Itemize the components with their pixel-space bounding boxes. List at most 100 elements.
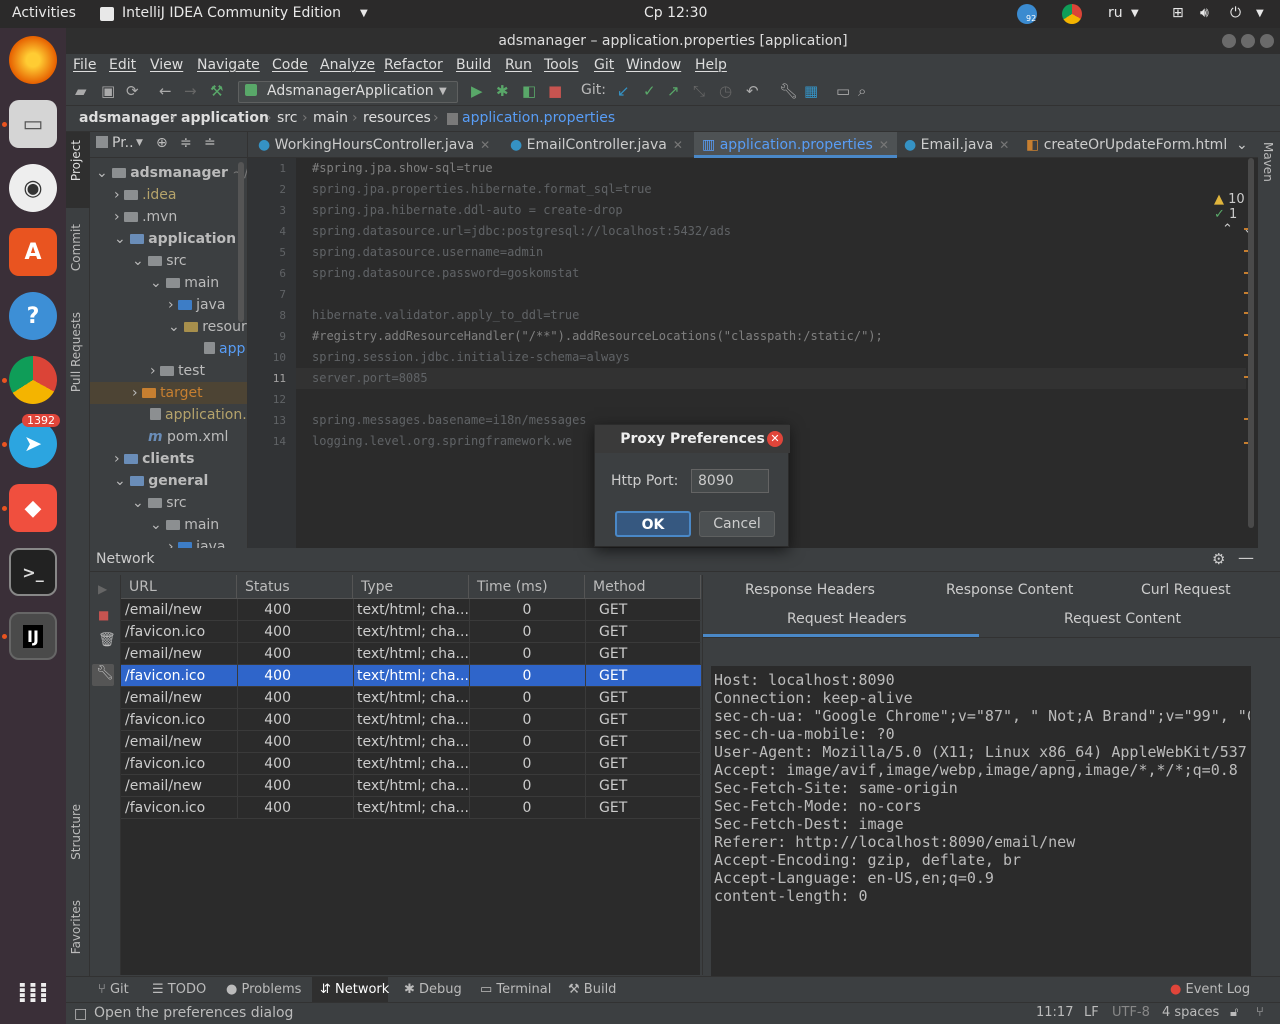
tool-network[interactable]: ⇵ Network xyxy=(320,982,389,997)
breadcrumb-item[interactable]: application.properties xyxy=(462,110,615,126)
chrome-tray-icon[interactable] xyxy=(1062,4,1082,24)
menu-git[interactable]: Git xyxy=(594,57,614,73)
hide-icon[interactable]: — xyxy=(1238,548,1254,567)
column-type[interactable]: Type xyxy=(353,575,469,599)
tab-email-java[interactable]: ● Email.java ✕ xyxy=(904,132,1009,158)
column-time[interactable]: Time (ms) xyxy=(469,575,585,599)
tool-debug[interactable]: ✱ Debug xyxy=(404,982,462,997)
show-apps-icon[interactable]: ⁞⁞⁞ xyxy=(9,968,57,1016)
tool-terminal[interactable]: ▭ Terminal xyxy=(480,982,551,997)
menu-file[interactable]: File xyxy=(73,57,96,73)
tree-item-test[interactable]: › test xyxy=(150,360,205,382)
software-center-icon[interactable]: A xyxy=(9,228,57,276)
tree-item-resources[interactable]: ⌄ resour xyxy=(168,316,247,338)
status-square-icon[interactable]: □ xyxy=(74,1006,87,1022)
build-hammer-icon[interactable]: ⚒ xyxy=(210,82,223,100)
menu-view[interactable]: View xyxy=(150,57,183,73)
terminal-icon[interactable]: >_ xyxy=(9,548,57,596)
tool-git[interactable]: ⑂ Git xyxy=(98,982,129,997)
tool-event-log[interactable]: ● Event Log xyxy=(1170,982,1250,997)
tree-item-java[interactable]: › java xyxy=(168,536,225,548)
scrollbar[interactable] xyxy=(238,162,244,322)
menu-tools[interactable]: Tools xyxy=(544,57,579,73)
table-row[interactable]: /favicon.ico 400 text/html; cha... 0 GET xyxy=(121,753,701,775)
tree-item-adsmanager[interactable]: ⌄ adsmanager ~/Ic xyxy=(96,162,247,184)
telegram-icon[interactable]: ➤ xyxy=(9,420,57,468)
run-icon[interactable]: ▶ xyxy=(471,82,483,100)
git-push-icon[interactable]: ↗ xyxy=(667,82,680,100)
tabs-dropdown-icon[interactable]: ⌄ xyxy=(1236,132,1248,158)
menu-run[interactable]: Run xyxy=(505,57,532,73)
tab-response-headers[interactable]: Response Headers xyxy=(745,582,875,598)
breadcrumb-item[interactable]: resources xyxy=(363,110,431,126)
table-row[interactable]: /favicon.ico 400 text/html; cha... 0 GET xyxy=(121,709,701,731)
breadcrumb-item[interactable]: main xyxy=(313,110,348,126)
tree-item-target[interactable]: › target xyxy=(90,382,247,404)
menu-analyze[interactable]: Analyze xyxy=(320,57,375,73)
history-icon[interactable]: ◷ xyxy=(719,82,732,100)
tree-item-application-iml[interactable]: application. xyxy=(150,404,247,426)
stop-icon[interactable]: ■ xyxy=(98,608,109,622)
tab-application-properties[interactable]: ▥ application.properties ✕ xyxy=(694,132,897,158)
open-folder-icon[interactable]: ▰ xyxy=(75,82,87,100)
structure-tool-label[interactable]: Structure xyxy=(69,804,83,860)
network-icon[interactable]: ⊞ xyxy=(1172,5,1184,21)
tree-item-mvn[interactable]: › .mvn xyxy=(114,206,177,228)
project-view-select[interactable]: Pr.. xyxy=(112,135,134,151)
volume-icon[interactable]: 🔊︎ xyxy=(1200,5,1209,21)
power-icon[interactable]: ⏻ xyxy=(1230,5,1241,21)
column-status[interactable]: Status xyxy=(237,575,353,599)
table-row[interactable]: /email/new 400 text/html; cha... 0 GET xyxy=(121,775,701,797)
minimize-button[interactable] xyxy=(1222,34,1236,48)
commit-tool-label[interactable]: Commit xyxy=(69,224,83,271)
search-icon[interactable]: ⌕ xyxy=(858,82,866,100)
maximize-button[interactable] xyxy=(1241,34,1255,48)
forward-icon[interactable]: → xyxy=(184,82,197,100)
menu-help[interactable]: Help xyxy=(695,57,727,73)
tree-item-idea[interactable]: › .idea xyxy=(114,184,176,206)
menu-navigate[interactable]: Navigate xyxy=(197,57,260,73)
ok-button[interactable]: OK xyxy=(615,511,691,537)
table-row[interactable]: /email/new 400 text/html; cha... 0 GET xyxy=(121,687,701,709)
project-structure-icon[interactable]: ▦ xyxy=(804,82,818,100)
gear-icon[interactable]: ⚙ xyxy=(1212,550,1225,568)
app-menu[interactable]: IntelliJ IDEA Community Edition xyxy=(122,5,341,21)
breadcrumb-item[interactable]: application xyxy=(181,110,269,126)
pull-requests-tool-label[interactable]: Pull Requests xyxy=(69,312,83,392)
tab-createorupdateform[interactable]: ◧ createOrUpdateForm.html xyxy=(1026,132,1227,158)
tool-build[interactable]: ⚒ Build xyxy=(568,982,616,997)
firefox-icon[interactable] xyxy=(9,36,57,84)
git-fetch-icon[interactable]: ⤡ xyxy=(693,82,705,100)
tree-item-clients[interactable]: › clients xyxy=(114,448,194,470)
git-update-icon[interactable]: ↙ xyxy=(617,82,630,100)
editor-scrollbar[interactable] xyxy=(1248,158,1254,528)
caret-position[interactable]: 11:17 xyxy=(1036,1005,1073,1020)
play-icon[interactable]: ▶ xyxy=(98,582,107,596)
git-commit-icon[interactable]: ✓ xyxy=(643,82,656,100)
intellij-icon[interactable]: IJ xyxy=(9,612,57,660)
menu-code[interactable]: Code xyxy=(272,57,308,73)
tab-workinghourscontroller[interactable]: ● WorkingHoursController.java ✕ xyxy=(258,132,490,158)
tool-todo[interactable]: ☰ TODO xyxy=(152,982,206,997)
tree-item-java[interactable]: › java xyxy=(168,294,225,316)
table-row[interactable]: /email/new 400 text/html; cha... 0 GET xyxy=(121,643,701,665)
column-url[interactable]: URL xyxy=(121,575,237,599)
menu-refactor[interactable]: Refactor xyxy=(384,57,443,73)
http-port-input[interactable]: 8090 xyxy=(691,469,769,493)
breadcrumb-item[interactable]: src xyxy=(277,110,297,126)
save-icon[interactable]: ▣ xyxy=(101,82,115,100)
menu-build[interactable]: Build xyxy=(456,57,491,73)
favorites-tool-label[interactable]: Favorites xyxy=(69,900,83,954)
project-tool-label[interactable]: Project xyxy=(69,140,83,181)
dialog-close-icon[interactable]: ✕ xyxy=(767,431,783,447)
cancel-button[interactable]: Cancel xyxy=(699,511,775,537)
tree-item-pom[interactable]: m pom.xml xyxy=(148,426,228,448)
tab-response-content[interactable]: Response Content xyxy=(946,582,1073,598)
chevron-up-icon[interactable]: ⌃ xyxy=(1222,222,1233,237)
lock-icon[interactable]: 🔓︎ xyxy=(1230,1005,1238,1020)
git-branch-icon[interactable]: ⑂ xyxy=(1256,1005,1264,1020)
tree-item-application[interactable]: ⌄ application xyxy=(114,228,236,250)
back-icon[interactable]: ← xyxy=(159,82,172,100)
tree-item-src[interactable]: ⌄ src xyxy=(132,492,187,514)
run-config-select[interactable]: AdsmanagerApplication ▼ xyxy=(238,81,458,103)
